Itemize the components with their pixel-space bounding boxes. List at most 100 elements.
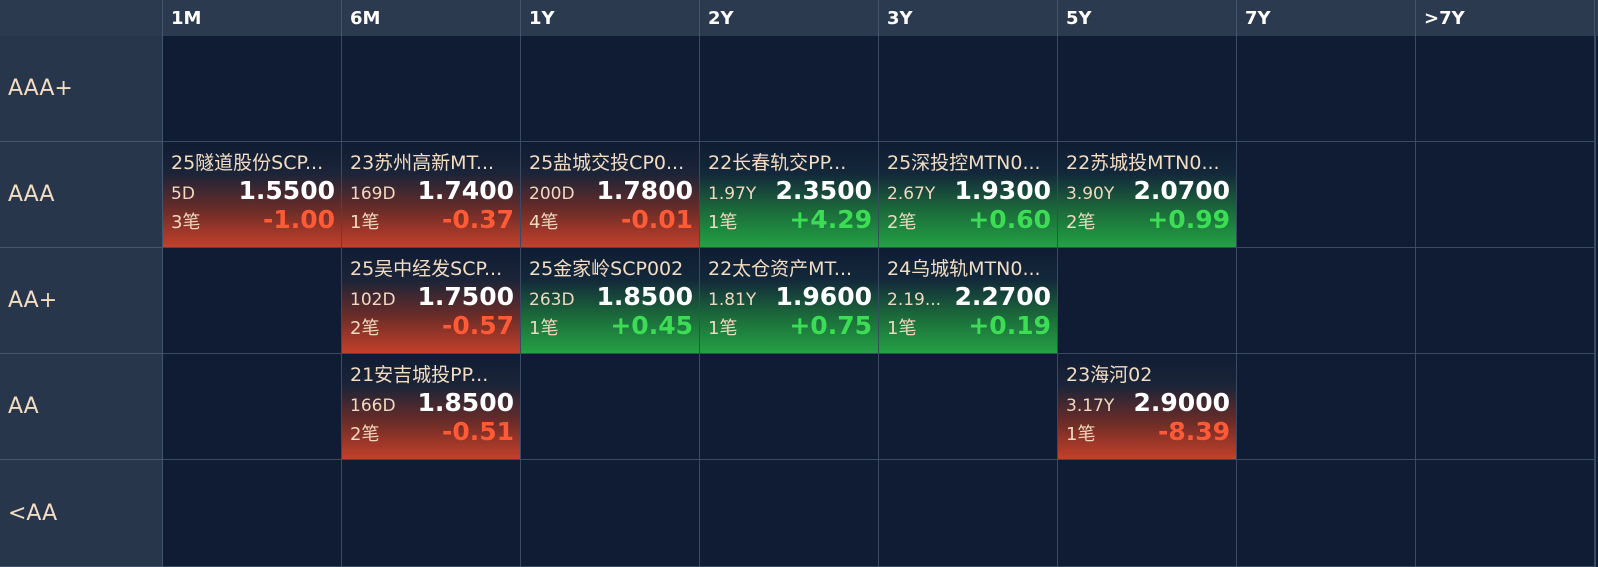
matrix-cell: [879, 36, 1058, 142]
bond-row-yield: 3.17Y 2.9000: [1066, 388, 1230, 417]
bond-card[interactable]: 23海河02 3.17Y 2.9000 1笔 -8.39: [1058, 354, 1236, 459]
matrix-cell: [1237, 354, 1416, 460]
bond-name: 23苏州高新MT...: [350, 152, 495, 174]
matrix-cell: [163, 36, 342, 142]
bond-name: 25深投控MTN0...: [887, 152, 1041, 174]
column-header-0[interactable]: 1M: [163, 0, 342, 36]
bond-row-yield: 169D 1.7400: [350, 176, 514, 205]
matrix-cell: 25深投控MTN0... 2.67Y 1.9300 2笔 +0.60: [879, 142, 1058, 248]
bond-row-yield: 5D 1.5500: [171, 176, 335, 205]
matrix-cell: [1416, 460, 1595, 567]
matrix-cell: [700, 460, 879, 567]
bond-maturity: 2.67Y: [887, 184, 936, 204]
bond-card[interactable]: 22太仓资产MT... 1.81Y 1.9600 1笔 +0.75: [700, 248, 878, 353]
matrix-cell: 25吴中经发SCP... 102D 1.7500 2笔 -0.57: [342, 248, 521, 354]
column-header-5[interactable]: 5Y: [1058, 0, 1237, 36]
matrix-cell: [342, 460, 521, 567]
bond-card[interactable]: 25盐城交投CP0... 200D 1.7800 4笔 -0.01: [521, 142, 699, 247]
bond-yield: 1.7500: [417, 282, 514, 311]
bond-trade-count: 3笔: [171, 212, 201, 233]
bond-row-yield: 2.19... 2.2700: [887, 282, 1051, 311]
bond-maturity: 169D: [350, 184, 396, 204]
bond-yield: 1.8500: [596, 282, 693, 311]
bond-maturity: 1.97Y: [708, 184, 757, 204]
bond-yield: 1.9300: [954, 176, 1051, 205]
matrix-cell: 25盐城交投CP0... 200D 1.7800 4笔 -0.01: [521, 142, 700, 248]
bond-yield: 2.9000: [1133, 388, 1230, 417]
bond-change: -0.57: [441, 311, 514, 340]
matrix-cell: [521, 354, 700, 460]
bond-name: 21安吉城投PP...: [350, 364, 489, 386]
bond-row-change: 3笔 -1.00: [171, 205, 335, 234]
rating-label-3[interactable]: AA: [0, 354, 163, 460]
bond-maturity: 166D: [350, 396, 396, 416]
bond-name: 24乌城轨MTN0...: [887, 258, 1041, 280]
matrix-cell: [879, 460, 1058, 567]
bond-row-change: 2笔 +0.60: [887, 205, 1051, 234]
column-header-4[interactable]: 3Y: [879, 0, 1058, 36]
bond-card[interactable]: 23苏州高新MT... 169D 1.7400 1笔 -0.37: [342, 142, 520, 247]
matrix-cell: [1058, 36, 1237, 142]
matrix-cell: [342, 36, 521, 142]
bond-maturity: 263D: [529, 290, 575, 310]
bond-yield: 2.2700: [954, 282, 1051, 311]
bond-name: 25盐城交投CP0...: [529, 152, 685, 174]
matrix-cell: [163, 354, 342, 460]
matrix-cell: 22长春轨交PP... 1.97Y 2.3500 1笔 +4.29: [700, 142, 879, 248]
bond-trade-count: 2笔: [350, 318, 380, 339]
bond-row-change: 1笔 +0.19: [887, 311, 1051, 340]
bond-maturity: 102D: [350, 290, 396, 310]
bond-change: +0.75: [789, 311, 872, 340]
bond-card[interactable]: 21安吉城投PP... 166D 1.8500 2笔 -0.51: [342, 354, 520, 459]
matrix-cell: 25隧道股份SCP... 5D 1.5500 3笔 -1.00: [163, 142, 342, 248]
bond-card[interactable]: 22长春轨交PP... 1.97Y 2.3500 1笔 +4.29: [700, 142, 878, 247]
bond-card[interactable]: 22苏城投MTN0... 3.90Y 2.0700 2笔 +0.99: [1058, 142, 1236, 247]
matrix-cell: 25金家岭SCP002 263D 1.8500 1笔 +0.45: [521, 248, 700, 354]
matrix-cell: [1237, 36, 1416, 142]
rating-label-2[interactable]: AA+: [0, 248, 163, 354]
bond-card[interactable]: 24乌城轨MTN0... 2.19... 2.2700 1笔 +0.19: [879, 248, 1057, 353]
bond-yield: 1.5500: [238, 176, 335, 205]
bond-card[interactable]: 25金家岭SCP002 263D 1.8500 1笔 +0.45: [521, 248, 699, 353]
column-header-3[interactable]: 2Y: [700, 0, 879, 36]
bond-name: 25金家岭SCP002: [529, 258, 684, 280]
bond-maturity: 3.90Y: [1066, 184, 1115, 204]
bond-change: -0.37: [441, 205, 514, 234]
bond-trade-count: 1笔: [708, 212, 738, 233]
bond-yield: 2.0700: [1133, 176, 1230, 205]
matrix-cell: [521, 36, 700, 142]
matrix-cell: [879, 354, 1058, 460]
bond-row-change: 1笔 +0.75: [708, 311, 872, 340]
bond-maturity: 3.17Y: [1066, 396, 1115, 416]
bond-row-change: 2笔 +0.99: [1066, 205, 1230, 234]
bond-trade-count: 2笔: [1066, 212, 1096, 233]
bond-card[interactable]: 25吴中经发SCP... 102D 1.7500 2笔 -0.57: [342, 248, 520, 353]
matrix-cell: [1058, 460, 1237, 567]
matrix-cell: [163, 460, 342, 567]
bond-yield: 1.7400: [417, 176, 514, 205]
column-header-2[interactable]: 1Y: [521, 0, 700, 36]
bond-card[interactable]: 25深投控MTN0... 2.67Y 1.9300 2笔 +0.60: [879, 142, 1057, 247]
bond-row-yield: 2.67Y 1.9300: [887, 176, 1051, 205]
bond-row-change: 1笔 +4.29: [708, 205, 872, 234]
bond-row-change: 2笔 -0.57: [350, 311, 514, 340]
bond-trade-count: 2笔: [350, 424, 380, 445]
matrix-cell: [1416, 354, 1595, 460]
rating-label-4[interactable]: <AA: [0, 460, 163, 567]
bond-row-yield: 102D 1.7500: [350, 282, 514, 311]
rating-label-0[interactable]: AAA+: [0, 36, 163, 142]
matrix-cell: [700, 354, 879, 460]
bond-change: +0.45: [610, 311, 693, 340]
rating-label-1[interactable]: AAA: [0, 142, 163, 248]
bond-card[interactable]: 25隧道股份SCP... 5D 1.5500 3笔 -1.00: [163, 142, 341, 247]
bond-row-change: 4笔 -0.01: [529, 205, 693, 234]
bond-yield: 2.3500: [775, 176, 872, 205]
bond-trade-count: 1笔: [708, 318, 738, 339]
bond-change: +4.29: [789, 205, 872, 234]
bond-row-yield: 1.97Y 2.3500: [708, 176, 872, 205]
column-header-6[interactable]: 7Y: [1237, 0, 1416, 36]
bond-change: -8.39: [1157, 417, 1230, 446]
column-header-7[interactable]: >7Y: [1416, 0, 1595, 36]
column-header-1[interactable]: 6M: [342, 0, 521, 36]
bond-maturity: 200D: [529, 184, 575, 204]
